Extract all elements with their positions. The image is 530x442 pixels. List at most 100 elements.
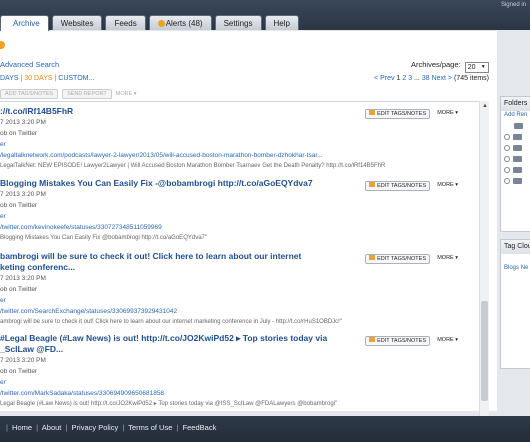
folders-title: Folders: [501, 97, 530, 111]
folder-radio[interactable]: [504, 178, 510, 185]
folder-row[interactable]: [504, 156, 522, 165]
folder-row[interactable]: [504, 134, 522, 143]
entry-url[interactable]: /legaltalknetwork.com/podcasts/lawyer-2-…: [0, 150, 480, 161]
folder-radio[interactable]: [504, 134, 510, 141]
scrollbar-thumb[interactable]: [481, 301, 488, 401]
footer-about-link[interactable]: About: [42, 423, 62, 432]
tag-cloud-title: Tag Clou: [501, 240, 530, 254]
entry-more-menu[interactable]: MORE ▾: [437, 255, 458, 261]
folder-radio[interactable]: [504, 156, 510, 163]
custom-filter-link[interactable]: CUSTOM...: [58, 75, 94, 82]
next-page-link[interactable]: Next >: [432, 75, 452, 82]
entry-more-label: MORE: [437, 255, 454, 261]
footer-home-link[interactable]: Home: [12, 423, 32, 432]
list-item: Blogging Mistakes You Can Easily Fix -@b…: [0, 178, 480, 244]
add-folder-link[interactable]: Add: [504, 112, 515, 118]
entry-more-label: MORE: [437, 337, 454, 343]
bulk-more-menu[interactable]: MORE ▾: [116, 91, 137, 97]
tab-archive[interactable]: Archive: [0, 15, 49, 31]
folder-icon: [514, 123, 523, 130]
folder-row[interactable]: [504, 178, 522, 187]
folder-row[interactable]: [504, 167, 522, 176]
archives-per-page-label: Archives/page:: [411, 60, 461, 69]
footer-terms-link[interactable]: Terms of Use: [128, 423, 172, 432]
tag-icon: [369, 110, 376, 115]
signed-in-status: Signed in: [500, 2, 526, 8]
tag-cloud-panel: Tag Clou Blogs Ne: [500, 239, 530, 369]
tag-cloud-items: Blogs Ne: [501, 264, 530, 273]
folder-radio[interactable]: [504, 167, 510, 174]
entry-text: LegalTalkNet: NEW EPISODE! Lawyer2Lawyer…: [0, 163, 386, 169]
entry-source: ob on Twitter: [0, 368, 38, 375]
bulk-toolbar: ADD TAGS/NOTES SEND REPORT MORE ▾: [0, 88, 489, 100]
entry-text: ambrogi will be sure to check it out! Cl…: [0, 319, 342, 325]
entry-more-label: MORE: [437, 110, 454, 116]
tab-help[interactable]: Help: [264, 15, 299, 30]
add-tags-button[interactable]: ADD TAGS/NOTES: [0, 89, 59, 99]
edit-tags-button[interactable]: EDIT TAGS/NOTES: [365, 336, 430, 346]
entry-more-menu[interactable]: MORE ▾: [437, 337, 458, 343]
edit-tags-button[interactable]: EDIT TAGS/NOTES: [365, 181, 430, 191]
entry-more-menu[interactable]: MORE ▾: [437, 182, 458, 188]
tab-help-label: Help: [273, 19, 290, 28]
folder-row[interactable]: [514, 123, 523, 132]
list-item: ://t.co/lRf14B5FhR 7 2013 3:20 PM ob on …: [0, 106, 480, 172]
date-range-filters: DAYS | 30 DAYS | CUSTOM...: [0, 75, 95, 82]
edit-tags-label: EDIT TAGS/NOTES: [377, 183, 426, 189]
entry-more-menu[interactable]: MORE ▾: [437, 110, 458, 116]
tab-feeds[interactable]: Feeds: [105, 15, 146, 30]
entry-type: er: [0, 379, 6, 386]
archives-per-page: Archives/page: 20 ▼: [411, 60, 489, 73]
folder-icon: [513, 134, 522, 141]
list-scrollbar[interactable]: ▲ ▼: [479, 101, 489, 441]
send-report-button[interactable]: SEND REPORT: [62, 89, 112, 99]
tab-websites[interactable]: Websites: [51, 15, 103, 30]
edit-tags-label: EDIT TAGS/NOTES: [377, 111, 426, 117]
entry-url[interactable]: /twitter.com/kevinokeefe/statuses/330727…: [0, 222, 480, 233]
pagination: < Prev 1 2 3 ... 38 Next > (745 items): [374, 75, 489, 82]
days-filter-link[interactable]: DAYS: [0, 75, 19, 82]
entry-type: er: [0, 141, 6, 148]
entry-type: er: [0, 213, 6, 220]
footer: | Home | About | Privacy Policy | Terms …: [0, 416, 530, 442]
edit-tags-label: EDIT TAGS/NOTES: [377, 338, 426, 344]
tab-alerts-label: Alerts (48): [165, 19, 203, 28]
entry-more-label: MORE: [437, 182, 454, 188]
folder-icon: [513, 145, 522, 152]
per-page-select[interactable]: 20 ▼: [464, 62, 489, 73]
top-navigation-bar: Signed in Archive Websites Feeds Alerts …: [0, 0, 530, 31]
tag-news-link[interactable]: Ne: [521, 265, 529, 271]
send-report-label: SEND REPORT: [67, 91, 107, 97]
tab-alerts[interactable]: Alerts (48): [148, 15, 212, 30]
tab-websites-label: Websites: [60, 19, 94, 28]
advanced-search-link[interactable]: Advanced Search: [0, 60, 59, 69]
rename-folder-link[interactable]: Ren: [516, 112, 527, 118]
page-3-link[interactable]: 3: [408, 75, 412, 82]
tag-blogs-link[interactable]: Blogs: [504, 265, 519, 271]
folder-row[interactable]: [504, 145, 522, 154]
edit-tags-button[interactable]: EDIT TAGS/NOTES: [365, 254, 430, 264]
page-last-link[interactable]: 38: [422, 75, 430, 82]
list-item: bambrogi will be sure to check it out! C…: [0, 251, 480, 328]
tab-feeds-label: Feeds: [114, 19, 137, 28]
prev-page-link[interactable]: < Prev: [374, 75, 394, 82]
entry-url[interactable]: /twitter.com/MarkSadaka/statuses/3306949…: [0, 388, 480, 399]
entry-date: 7 2013 3:20 PM: [0, 275, 46, 282]
folder-icon: [513, 156, 522, 163]
entry-text: Blogging Mistakes You Can Easily Fix @bo…: [0, 235, 207, 241]
folder-icon: [513, 178, 522, 185]
thirty-days-filter-link[interactable]: 30 DAYS: [24, 75, 52, 82]
scroll-up-icon[interactable]: ▲: [481, 103, 489, 109]
footer-privacy-link[interactable]: Privacy Policy: [72, 423, 119, 432]
tab-settings[interactable]: Settings: [214, 15, 262, 30]
folder-radio[interactable]: [504, 145, 510, 152]
page-2-link[interactable]: 2: [402, 75, 406, 82]
entry-url[interactable]: /twitter.com/SearchExchange/statuses/330…: [0, 306, 480, 317]
add-tags-label: ADD TAGS/NOTES: [5, 91, 54, 97]
rss-icon[interactable]: [0, 41, 5, 49]
archive-list: ://t.co/lRf14B5FhR 7 2013 3:20 PM ob on …: [0, 101, 489, 441]
main-tabs: Archive Websites Feeds Alerts (48) Setti…: [0, 15, 302, 31]
item-count: (745 items): [453, 75, 489, 82]
edit-tags-button[interactable]: EDIT TAGS/NOTES: [365, 109, 430, 119]
footer-feedback-link[interactable]: FeedBack: [183, 423, 217, 432]
